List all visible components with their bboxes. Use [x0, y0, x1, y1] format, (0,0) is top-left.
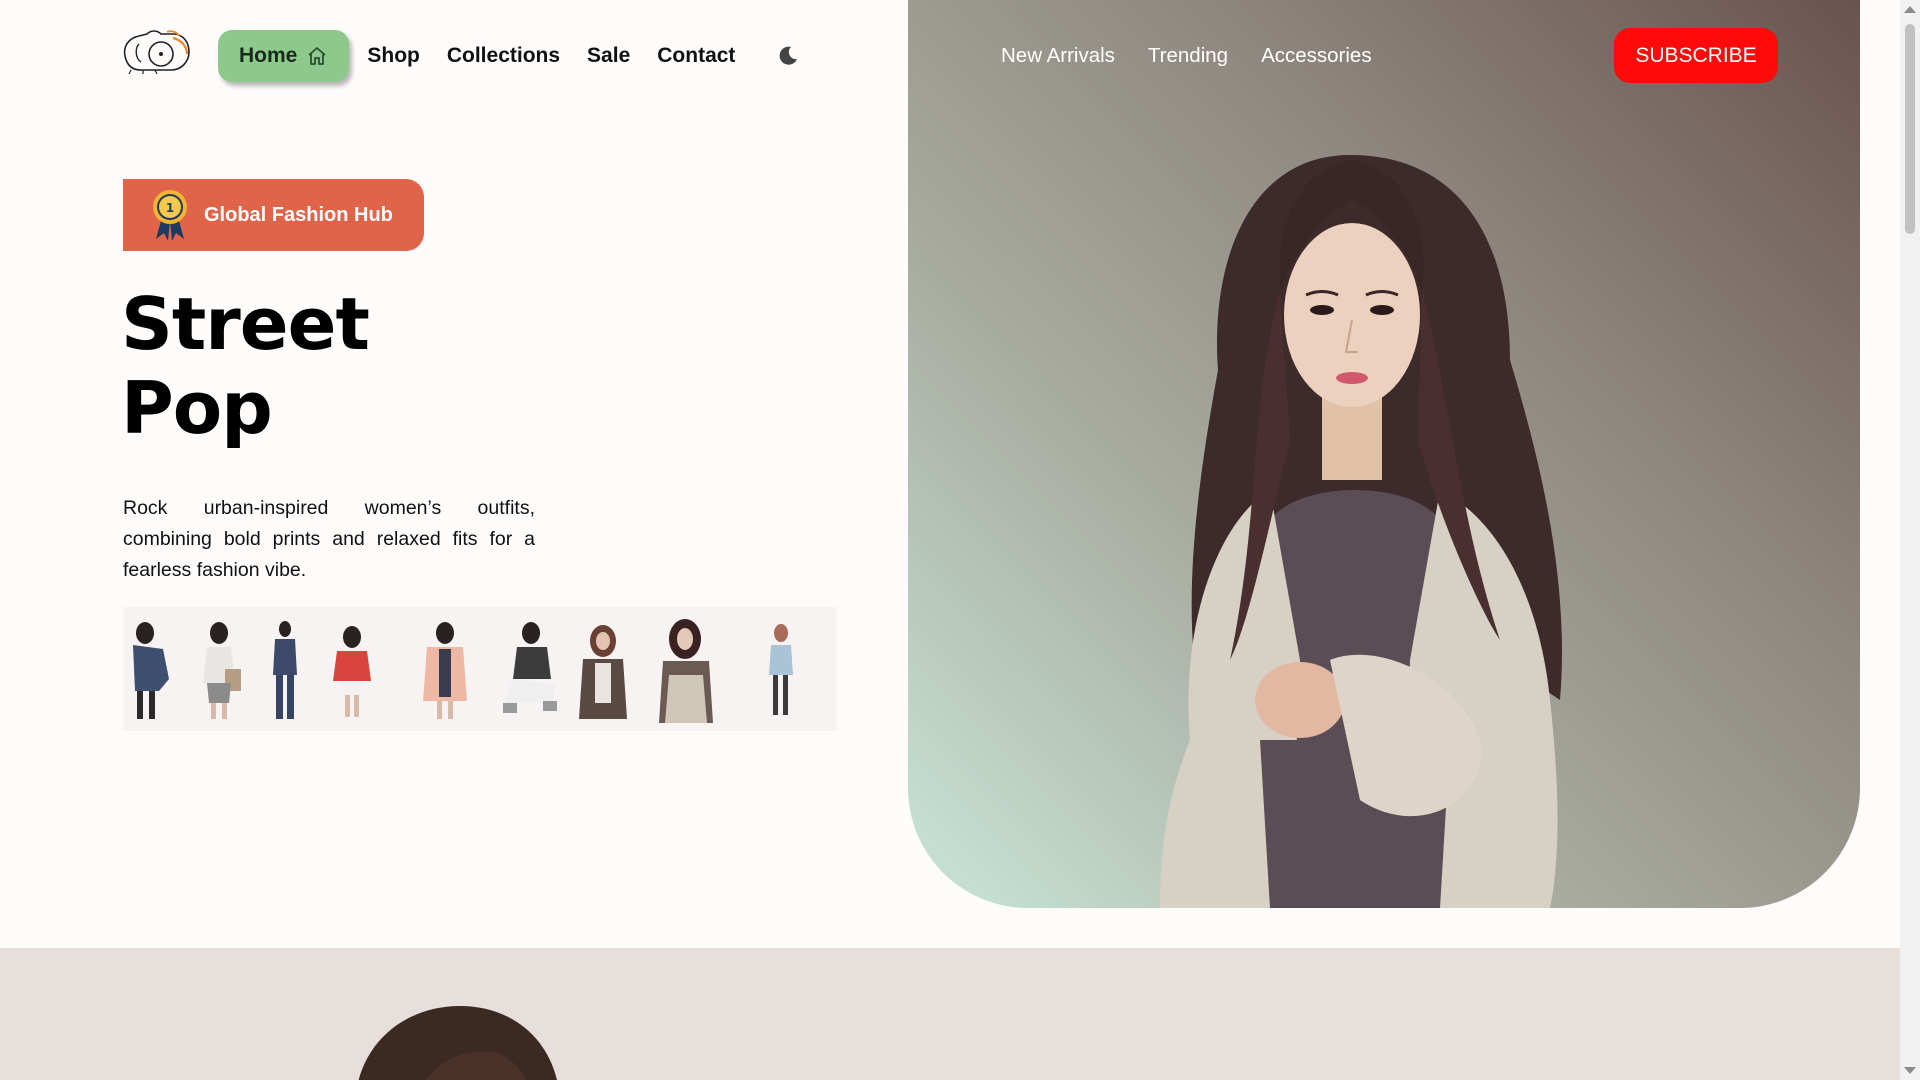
scrollbar-thumb[interactable] — [1905, 24, 1915, 234]
nav-link-trending[interactable]: Trending — [1148, 44, 1228, 68]
nav-link-sale[interactable]: Sale — [587, 44, 630, 68]
nav-link-shop[interactable]: Shop — [367, 44, 420, 68]
outfit-thumbnail[interactable] — [417, 619, 471, 723]
home-button[interactable]: Home — [218, 30, 350, 82]
hero-title-line2: Pop — [121, 366, 273, 450]
page: Home Shop Collections Sale Contact 1 Glo… — [0, 0, 1920, 1080]
outfit-thumbnail[interactable] — [123, 619, 177, 723]
nav-link-collections[interactable]: Collections — [447, 44, 560, 68]
award-ribbon-icon: 1 — [153, 190, 187, 241]
outfit-thumbnail[interactable] — [575, 619, 633, 723]
hero-title-line1: Street — [121, 282, 370, 366]
outfit-thumbnail[interactable] — [327, 619, 377, 723]
nav-link-new-arrivals[interactable]: New Arrivals — [1001, 44, 1115, 68]
outfit-thumbnail[interactable] — [193, 619, 247, 723]
hero-title: Street Pop — [121, 282, 370, 450]
model-photo — [1160, 155, 1562, 908]
house-icon — [308, 47, 326, 65]
home-label: Home — [239, 44, 298, 67]
outfit-thumbnail[interactable] — [497, 619, 563, 723]
outfit-thumbnail[interactable] — [263, 619, 307, 723]
brand-logo[interactable] — [121, 26, 193, 74]
outfit-thumbnail[interactable] — [655, 615, 717, 723]
subscribe-button[interactable]: SUBSCRIBE — [1614, 28, 1778, 83]
nav-link-accessories[interactable]: Accessories — [1261, 44, 1372, 68]
outfit-thumbnail[interactable] — [763, 619, 799, 723]
outfit-thumbnail-strip — [123, 607, 837, 731]
hero-description: Rock urban-inspired women’s outfits, com… — [123, 496, 535, 581]
scroll-down-arrow-icon[interactable] — [1904, 1067, 1916, 1074]
secondary-nav: New Arrivals Trending Accessories — [1001, 44, 1372, 68]
hero-badge: 1 Global Fashion Hub — [123, 179, 424, 251]
next-section — [0, 948, 1900, 1080]
page-scrollbar[interactable] — [1900, 0, 1920, 1080]
main-nav: Home Shop Collections Sale Contact — [218, 30, 762, 82]
badge-text: Global Fashion Hub — [204, 203, 393, 226]
nav-link-contact[interactable]: Contact — [657, 44, 735, 68]
moon-icon[interactable] — [776, 44, 800, 68]
section-model-photo — [358, 1006, 557, 1080]
svg-text:1: 1 — [166, 201, 174, 215]
scroll-up-arrow-icon[interactable] — [1904, 6, 1916, 13]
